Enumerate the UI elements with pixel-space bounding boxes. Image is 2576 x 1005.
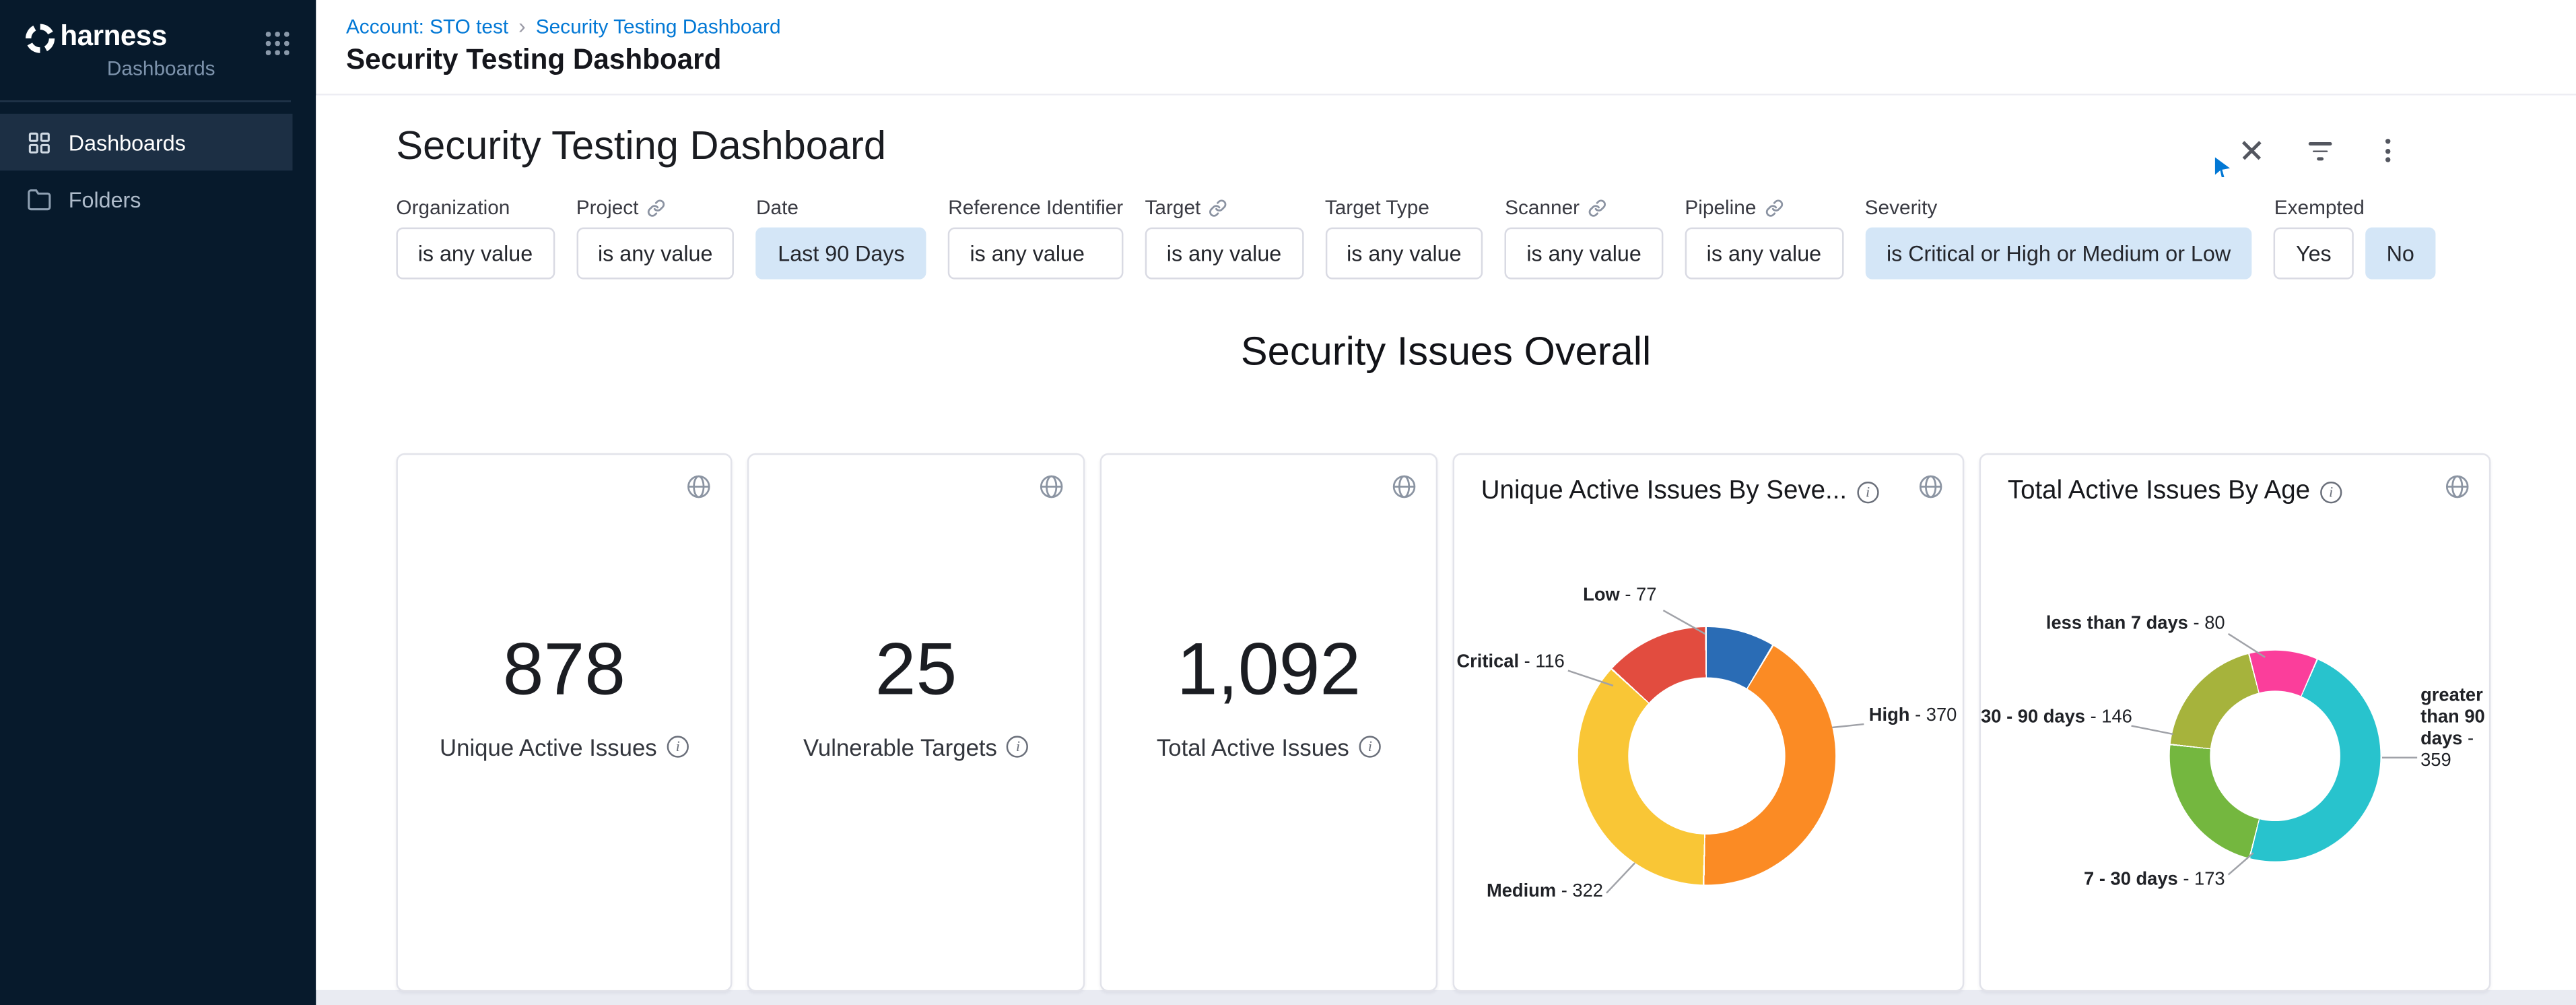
filter-date-value[interactable]: Last 90 Days xyxy=(756,228,926,280)
filter-target: Target is any value xyxy=(1145,195,1303,279)
severity-donut-chart[interactable] xyxy=(1578,627,1835,884)
link-icon xyxy=(1209,198,1227,216)
filter-severity: Severity is Critical or High or Medium o… xyxy=(1865,195,2253,279)
filter-project-value[interactable]: is any value xyxy=(576,228,735,280)
breadcrumb-dashboard-link[interactable]: Security Testing Dashboard xyxy=(536,15,781,38)
filter-severity-value[interactable]: is Critical or High or Medium or Low xyxy=(1865,228,2253,280)
dashboard-panel: Security Testing Dashboard Organization … xyxy=(316,96,2576,990)
sidebar-item-folders[interactable]: Folders xyxy=(0,170,292,227)
globe-icon[interactable] xyxy=(1391,474,1418,500)
breadcrumb: Account: STO test › Security Testing Das… xyxy=(346,15,2576,38)
breadcrumb-separator-icon: › xyxy=(518,17,526,37)
filter-organization: Organization is any value xyxy=(396,195,554,279)
filter-organization-value[interactable]: is any value xyxy=(396,228,554,280)
age-donut-chart[interactable] xyxy=(2170,651,2381,862)
stage: harness Dashboards Dashboards Folders xyxy=(0,0,2576,1005)
link-icon xyxy=(647,198,665,216)
folder-icon xyxy=(27,187,52,212)
filter-reference-identifier: Reference Identifier is any value xyxy=(948,195,1123,279)
chart-title: Unique Active Issues By Seve... xyxy=(1481,477,1847,507)
filter-scanner-value[interactable]: is any value xyxy=(1505,228,1663,280)
page-header: Account: STO test › Security Testing Das… xyxy=(316,0,2576,96)
stat-card-vulnerable-targets: 25 Vulnerable Targets xyxy=(747,453,1085,992)
filter-bar: Organization is any value Project is any… xyxy=(316,195,2576,279)
harness-logo-icon xyxy=(24,22,57,55)
chart-callout-critical: Critical - 116 xyxy=(1454,652,1565,674)
chart-card-total-active-issues-by-age: Total Active Issues By Age xyxy=(1979,453,2491,992)
sidebar-item-label: Dashboards xyxy=(69,129,186,154)
chart-callout-30-90-days: 30 - 90 days - 146 xyxy=(1981,707,2128,729)
stat-label: Vulnerable Targets xyxy=(803,734,997,760)
info-icon[interactable] xyxy=(1857,481,1878,502)
app-switcher-grid-icon[interactable] xyxy=(266,32,290,55)
sidebar: harness Dashboards Dashboards Folders xyxy=(0,0,316,1005)
mouse-cursor xyxy=(2215,157,2230,177)
app-root: harness Dashboards Dashboards Folders xyxy=(0,0,2576,1005)
filter-target-type: Target Type is any value xyxy=(1325,195,1483,279)
panel-actions xyxy=(2237,135,2404,166)
chart-callout-high: High - 370 xyxy=(1869,706,1957,727)
filter-pipeline: Pipeline is any value xyxy=(1685,195,1843,279)
filter-exempted-no-button[interactable]: No xyxy=(2365,228,2436,280)
logo-text: harness xyxy=(60,20,215,54)
main-area: Account: STO test › Security Testing Das… xyxy=(316,0,2576,1005)
filter-date: Date Last 90 Days xyxy=(756,195,926,279)
chart-callout-low: Low - 77 xyxy=(1454,585,1656,607)
info-icon[interactable] xyxy=(1359,736,1381,758)
stat-label: Unique Active Issues xyxy=(440,734,657,760)
globe-icon[interactable] xyxy=(1038,474,1065,500)
section-title: Security Issues Overall xyxy=(316,329,2576,377)
info-icon[interactable] xyxy=(667,736,689,758)
filter-reference-identifier-value[interactable]: is any value xyxy=(948,228,1123,280)
sidebar-item-label: Folders xyxy=(69,187,141,212)
chart-callout-7-30-days: 7 - 30 days - 173 xyxy=(1981,870,2225,891)
sidebar-item-dashboards[interactable]: Dashboards xyxy=(0,114,292,170)
filter-exempted: Exempted Yes No xyxy=(2274,195,2436,279)
filter-icon[interactable] xyxy=(2305,135,2336,166)
link-icon xyxy=(1765,198,1783,216)
chart-callout-medium: Medium - 322 xyxy=(1454,881,1603,903)
stat-value: 25 xyxy=(749,629,1083,714)
filter-exempted-yes-button[interactable]: Yes xyxy=(2274,228,2353,280)
stat-card-unique-active-issues: 878 Unique Active Issues xyxy=(396,453,732,992)
link-icon xyxy=(1588,198,1606,216)
sidebar-nav: Dashboards Folders xyxy=(0,114,316,228)
stat-label: Total Active Issues xyxy=(1157,734,1349,760)
page-title: Security Testing Dashboard xyxy=(346,44,2576,77)
filter-project: Project is any value xyxy=(576,195,735,279)
globe-icon[interactable] xyxy=(685,474,712,500)
filter-target-value[interactable]: is any value xyxy=(1145,228,1303,280)
stat-value: 878 xyxy=(398,629,731,714)
chart-title: Total Active Issues By Age xyxy=(2008,477,2310,507)
info-icon[interactable] xyxy=(1007,736,1029,758)
cards-row: 878 Unique Active Issues 25 Vulnerable T xyxy=(316,453,2576,992)
breadcrumb-account-link[interactable]: Account: STO test xyxy=(346,15,508,38)
stat-card-total-active-issues: 1,092 Total Active Issues xyxy=(1100,453,1438,992)
chart-callout-less-than-7-days: less than 7 days - 80 xyxy=(1981,614,2225,635)
globe-icon[interactable] xyxy=(1918,474,1944,500)
dashboards-icon xyxy=(27,129,52,154)
stat-value: 1,092 xyxy=(1101,629,1436,714)
module-subtitle: Dashboards xyxy=(107,57,215,80)
sidebar-divider xyxy=(0,100,291,102)
dashboard-title: Security Testing Dashboard xyxy=(396,122,886,172)
globe-icon[interactable] xyxy=(2444,474,2471,500)
filter-target-type-value[interactable]: is any value xyxy=(1325,228,1483,280)
filter-pipeline-value[interactable]: is any value xyxy=(1685,228,1843,280)
info-icon[interactable] xyxy=(2320,481,2342,502)
kebab-menu-icon[interactable] xyxy=(2374,135,2404,166)
panel-head: Security Testing Dashboard xyxy=(316,96,2576,172)
filter-scanner: Scanner is any value xyxy=(1505,195,1663,279)
chart-callout-greater-than-90-days: greater than 90 days - 359 xyxy=(2420,686,2490,773)
close-icon[interactable] xyxy=(2237,135,2267,166)
chart-card-unique-active-issues-by-severity: Unique Active Issues By Seve... xyxy=(1453,453,1965,992)
